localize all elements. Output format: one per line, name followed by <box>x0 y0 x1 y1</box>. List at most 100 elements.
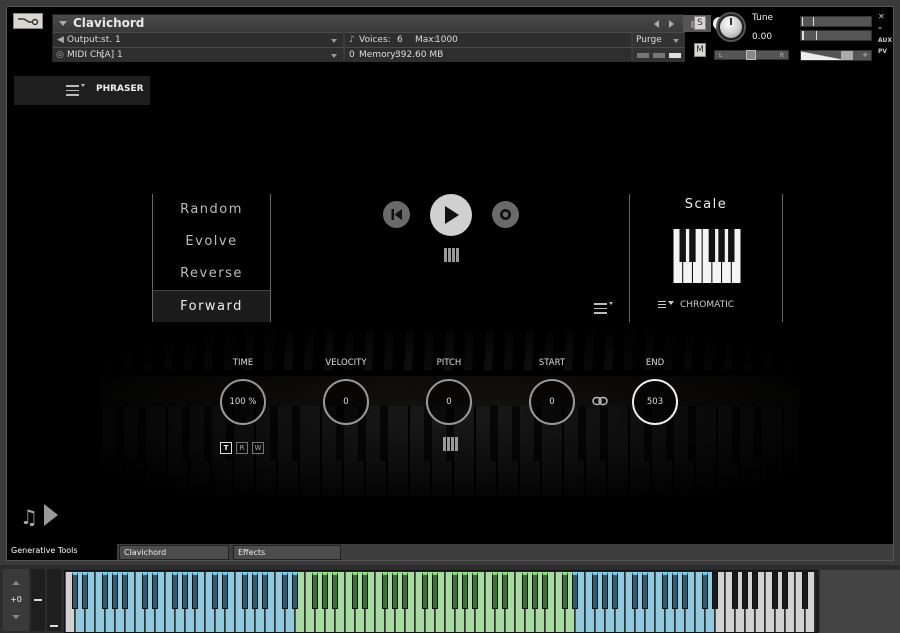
play-button[interactable] <box>430 194 472 236</box>
black-key[interactable] <box>802 572 808 609</box>
black-key[interactable] <box>142 572 148 609</box>
black-key[interactable] <box>452 572 458 609</box>
phraser-tab[interactable]: PHRASER <box>14 76 150 105</box>
black-key[interactable] <box>592 572 598 609</box>
record-button[interactable] <box>492 201 519 228</box>
black-key[interactable] <box>332 572 338 609</box>
black-key[interactable] <box>562 572 568 609</box>
black-key[interactable] <box>382 572 388 609</box>
trw-r-button[interactable]: R <box>236 442 248 454</box>
black-key[interactable] <box>752 572 758 609</box>
mode-evolve[interactable]: Evolve <box>153 226 270 258</box>
pan-slider[interactable]: L R <box>714 50 789 60</box>
keyboard-icon[interactable] <box>444 248 459 262</box>
black-key[interactable] <box>742 572 748 609</box>
black-key[interactable] <box>352 572 358 609</box>
octave-up-icon[interactable] <box>12 581 20 585</box>
menu-icon[interactable] <box>66 84 85 99</box>
black-key[interactable] <box>782 572 788 609</box>
black-key[interactable] <box>212 572 218 609</box>
black-key[interactable] <box>532 572 538 609</box>
mode-forward[interactable]: Forward <box>153 290 270 322</box>
black-key[interactable] <box>72 572 78 609</box>
black-key[interactable] <box>632 572 638 609</box>
black-key[interactable] <box>102 572 108 609</box>
octave-down-icon[interactable] <box>12 615 20 619</box>
black-key[interactable] <box>422 572 428 609</box>
black-key[interactable] <box>262 572 268 609</box>
rewind-button[interactable] <box>383 201 410 228</box>
tune-knob[interactable] <box>718 14 744 40</box>
volume-handle[interactable] <box>841 51 853 60</box>
black-key[interactable] <box>662 572 668 609</box>
black-key[interactable] <box>572 572 578 609</box>
black-key[interactable] <box>682 572 688 609</box>
black-key[interactable] <box>402 572 408 609</box>
black-key[interactable] <box>242 572 248 609</box>
collapse-icon[interactable] <box>59 21 67 26</box>
volume-slider[interactable]: – + <box>800 50 872 61</box>
black-key[interactable] <box>172 572 178 609</box>
tab-effects[interactable]: Effects <box>233 545 341 560</box>
black-key[interactable] <box>462 572 468 609</box>
black-key[interactable] <box>82 572 88 609</box>
black-key[interactable] <box>282 572 288 609</box>
max-value[interactable]: 1000 <box>435 33 458 48</box>
mode-reverse[interactable]: Reverse <box>153 258 270 290</box>
velocity-knob[interactable]: 0 <box>323 379 369 425</box>
black-key[interactable] <box>712 572 718 609</box>
start-knob[interactable]: 0 <box>529 379 575 425</box>
pitch-wheel[interactable] <box>31 569 45 631</box>
mod-wheel[interactable] <box>47 569 61 631</box>
expand-arrow-icon[interactable] <box>44 504 58 526</box>
scale-keyboard-icon[interactable] <box>673 229 741 283</box>
midi-channel-select[interactable]: ◎ MIDI Ch: [A] 1 <box>53 47 343 62</box>
black-key[interactable] <box>772 572 778 609</box>
black-key[interactable] <box>602 572 608 609</box>
black-key[interactable] <box>672 572 678 609</box>
pitch-knob[interactable]: 0 <box>426 379 472 425</box>
black-key[interactable] <box>222 572 228 609</box>
scale-select[interactable]: CHROMATIC <box>658 300 734 310</box>
close-button[interactable]: ✕ <box>878 12 885 21</box>
mode-random[interactable]: Random <box>153 194 270 226</box>
virtual-keyboard[interactable] <box>64 570 818 633</box>
prev-instrument-icon[interactable] <box>654 20 659 28</box>
link-icon[interactable] <box>592 396 608 406</box>
sequence-menu-icon[interactable] <box>594 302 613 317</box>
next-instrument-icon[interactable] <box>669 20 674 28</box>
trw-w-button[interactable]: W <box>252 442 264 454</box>
black-key[interactable] <box>502 572 508 609</box>
mute-button[interactable]: M <box>694 43 706 57</box>
trw-t-button[interactable]: T <box>220 442 232 454</box>
black-key[interactable] <box>252 572 258 609</box>
instrument-name[interactable]: Clavichord <box>73 15 144 32</box>
aux-button[interactable]: AUX <box>878 37 892 44</box>
black-key[interactable] <box>522 572 528 609</box>
tab-generative-tools[interactable]: Generative Tools <box>7 544 117 560</box>
black-key[interactable] <box>492 572 498 609</box>
solo-button[interactable]: S <box>694 16 706 30</box>
pv-button[interactable]: PV <box>878 48 887 55</box>
black-key[interactable] <box>192 572 198 609</box>
black-key[interactable] <box>472 572 478 609</box>
purge-select[interactable]: Purge <box>633 32 685 47</box>
black-key[interactable] <box>292 572 298 609</box>
pitch-keyboard-icon[interactable] <box>443 437 458 451</box>
pan-handle[interactable] <box>746 50 756 60</box>
end-knob[interactable]: 503 <box>632 379 678 425</box>
black-key[interactable] <box>642 572 648 609</box>
black-key[interactable] <box>182 572 188 609</box>
output-select[interactable]: ◀ Output: st. 1 <box>53 32 343 47</box>
black-key[interactable] <box>312 572 318 609</box>
black-key[interactable] <box>322 572 328 609</box>
black-key[interactable] <box>612 572 618 609</box>
black-key[interactable] <box>432 572 438 609</box>
black-key[interactable] <box>362 572 368 609</box>
tab-clavichord[interactable]: Clavichord <box>119 545 229 560</box>
black-key[interactable] <box>732 572 738 609</box>
black-key[interactable] <box>152 572 158 609</box>
time-knob[interactable]: 100 % <box>220 379 266 425</box>
black-key[interactable] <box>702 572 708 609</box>
minimize-button[interactable]: – <box>878 23 882 32</box>
